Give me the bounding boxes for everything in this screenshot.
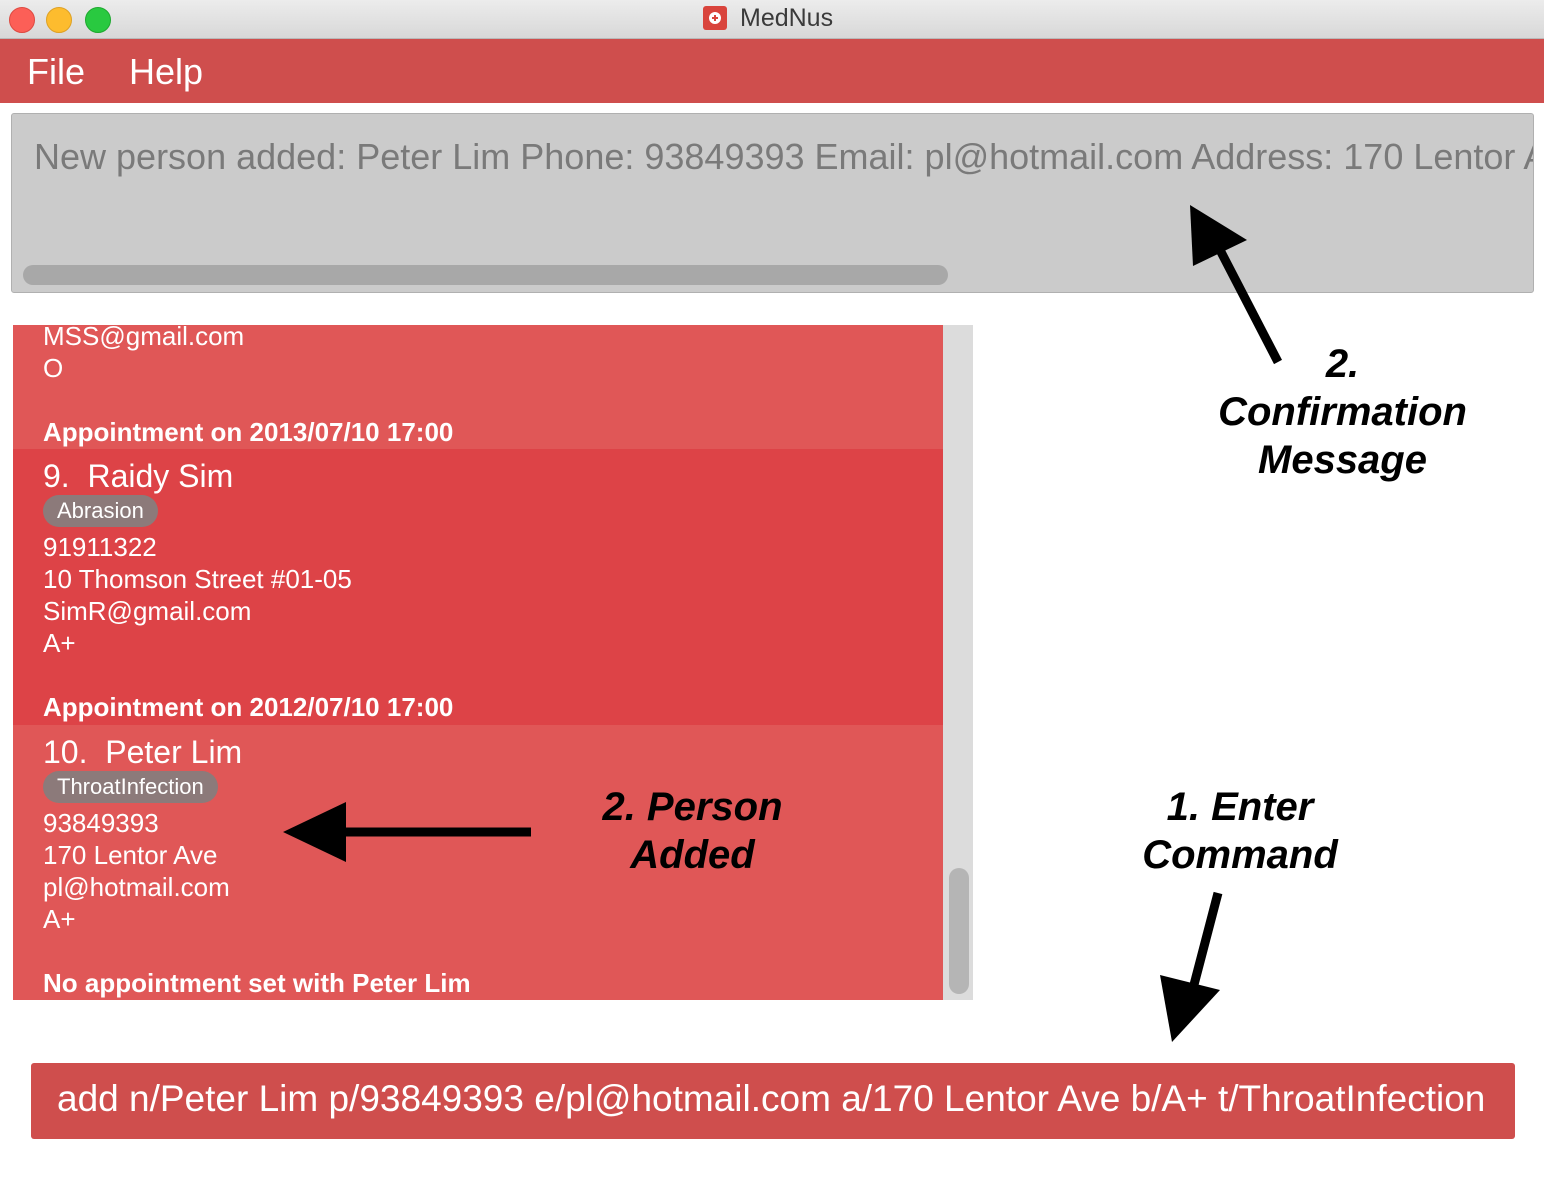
arrow-left-icon (283, 802, 346, 862)
arrow-line (1216, 247, 1282, 365)
arrow-down-icon (1160, 975, 1220, 1042)
annotation-arrows (283, 205, 1282, 1042)
